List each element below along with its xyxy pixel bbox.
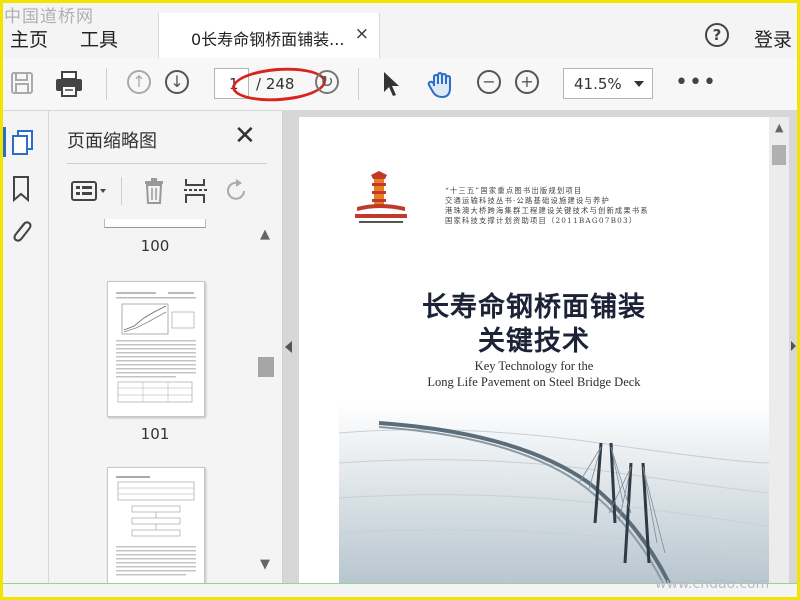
site-watermark: www.cndao.com <box>655 576 770 592</box>
toolbar-divider <box>358 68 359 100</box>
save-icon[interactable] <box>9 70 35 96</box>
expand-right-panel-icon[interactable] <box>791 341 796 351</box>
panel-divider <box>67 163 267 164</box>
scrollbar-thumb[interactable] <box>772 145 786 165</box>
toolbar-divider <box>106 68 107 100</box>
thumbnail-page[interactable] <box>107 281 205 417</box>
close-panel-icon[interactable]: ✕ <box>234 121 256 151</box>
book-title-second-line: 关键技术 <box>478 326 590 357</box>
publisher-line: 交通运输科技丛书·公路基础设施建设与养护 <box>445 196 610 205</box>
rotate-view-icon[interactable]: ↻ <box>315 70 339 94</box>
thumbnail-options-icon[interactable] <box>71 179 109 203</box>
document-tab[interactable]: 0长寿命钢桥面铺装... × <box>158 13 380 59</box>
panel-tools-divider <box>121 177 122 205</box>
thumbnail-content <box>116 292 196 403</box>
english-title: Key Technology for the <box>474 359 594 373</box>
bridge-illustration <box>339 403 771 583</box>
publisher-line: “十三五”国家重点图书出版规划项目 <box>445 186 583 195</box>
selected-indicator <box>3 127 6 157</box>
zoom-select[interactable]: 41.5% <box>563 68 653 99</box>
menu-tools[interactable]: 工具 <box>80 25 118 52</box>
scroll-down-icon[interactable]: ▼ <box>260 557 270 572</box>
thumbnails-panel: 页面缩略图 ✕ 100 101 ▲ ▼ <box>49 111 283 583</box>
collapse-panel-icon[interactable] <box>285 341 292 353</box>
thumbnail-number: 101 <box>140 425 170 443</box>
thumbnail-page-partial[interactable] <box>104 219 206 228</box>
thumbnail-number: 100 <box>140 237 170 255</box>
scroll-up-icon[interactable]: ▲ <box>775 121 783 134</box>
toolbar: ↑ ↓ 1 / 248 ↻ − + 41.5% ••• <box>3 58 797 111</box>
thumbnail-page[interactable] <box>107 467 205 583</box>
menu-home[interactable]: 主页 <box>10 25 48 52</box>
print-icon[interactable] <box>54 70 84 98</box>
tab-close-icon[interactable]: × <box>355 24 369 44</box>
next-page-icon[interactable]: ↓ <box>165 70 189 94</box>
extract-pages-icon[interactable] <box>183 177 209 205</box>
publisher-logo <box>355 171 407 223</box>
delete-icon[interactable] <box>142 177 166 205</box>
panel-title: 页面缩略图 <box>67 131 157 152</box>
publisher-info: “十三五”国家重点图书出版规划项目 交通运输科技丛书·公路基础设施建设与养护 港… <box>445 186 649 226</box>
menu-bar: 主页 工具 0长寿命钢桥面铺装... × ? 登录 <box>3 3 797 59</box>
chevron-down-icon <box>634 81 644 87</box>
panel-toolbar <box>69 175 269 207</box>
page-thumbnails-icon[interactable] <box>11 129 35 157</box>
hand-tool-icon[interactable] <box>426 70 456 100</box>
left-rail <box>3 111 49 583</box>
english-title-second-line: Long Life Pavement on Steel Bridge Deck <box>427 375 641 389</box>
help-icon[interactable]: ? <box>705 23 729 47</box>
select-cursor-icon[interactable] <box>381 70 401 98</box>
scrollbar-thumb[interactable] <box>258 357 274 377</box>
publisher-line: 港珠澳大桥跨海集群工程建设关键技术与创新成果书系 <box>445 206 649 215</box>
bookmark-icon[interactable] <box>11 175 31 203</box>
publisher-line: 国家科技支撑计划资助项目（2011BAG07B03） <box>445 216 638 225</box>
zoom-out-icon[interactable]: − <box>477 70 501 94</box>
thumbnail-content <box>116 476 196 576</box>
document-page: “十三五”国家重点图书出版规划项目 交通运输科技丛书·公路基础设施建设与养护 港… <box>299 117 771 583</box>
watermark: 中国道桥网 <box>4 7 94 27</box>
login-button[interactable]: 登录 <box>754 25 792 52</box>
previous-page-icon[interactable]: ↑ <box>127 70 151 94</box>
document-view[interactable]: “十三五”国家重点图书出版规划项目 交通运输科技丛书·公路基础设施建设与养护 港… <box>283 111 797 583</box>
zoom-in-icon[interactable]: + <box>515 70 539 94</box>
tab-title: 0长寿命钢桥面铺装... <box>191 30 345 49</box>
attachment-icon[interactable] <box>9 217 33 245</box>
more-options-icon[interactable]: ••• <box>675 70 717 95</box>
scroll-up-icon[interactable]: ▲ <box>260 227 270 242</box>
zoom-value: 41.5% <box>574 75 622 93</box>
thumbnail-list: 100 101 <box>49 219 261 583</box>
rotate-page-icon[interactable] <box>224 178 250 204</box>
thumbnail-scrollbar[interactable]: ▲ ▼ <box>255 227 275 579</box>
document-scrollbar[interactable]: ▲ <box>769 117 789 583</box>
